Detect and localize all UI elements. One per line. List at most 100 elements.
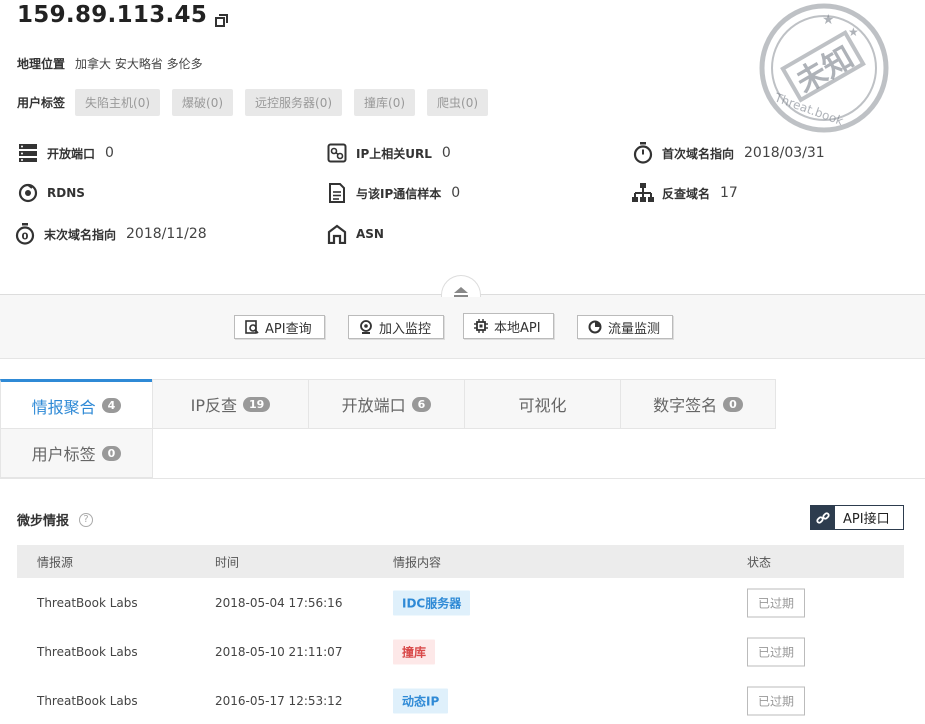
tag-crawler[interactable]: 爬虫(0): [427, 89, 489, 116]
column-header-content: 情报内容: [393, 555, 442, 569]
webcam-icon: [359, 320, 373, 334]
row-content-tag: IDC服务器: [393, 590, 471, 615]
section-title-text: 微步情报: [17, 514, 70, 529]
traffic-monitor-label: 流量监测: [608, 321, 661, 337]
link-icon: [326, 142, 348, 164]
svg-text:★: ★: [822, 12, 835, 28]
link-icon: [811, 506, 835, 529]
first-domain-label: 首次域名指向: [662, 146, 735, 161]
row-time: 2018-05-10 21:11:07: [215, 644, 343, 659]
table-row: ThreatBook Labs 2018-05-10 21:11:07 撞库 已…: [17, 627, 904, 676]
info-rdns: RDNS: [17, 182, 85, 204]
add-monitor-button[interactable]: 加入监控: [348, 315, 445, 339]
tab-count-badge: 0: [723, 396, 743, 412]
api-interface-button[interactable]: API接口: [810, 505, 904, 530]
copy-icon[interactable]: [215, 8, 229, 27]
asn-label: ASN: [356, 227, 384, 241]
tab-count-badge: 4: [101, 398, 122, 413]
geo-location: 地理位置 加拿大 安大略省 多伦多: [17, 55, 203, 72]
user-tags-label: 用户标签: [17, 96, 66, 110]
chip-icon: [474, 319, 488, 333]
tab-visualization[interactable]: 可视化: [464, 379, 621, 429]
tab-label: IP反查: [190, 396, 238, 415]
tab-label: 用户标签: [31, 445, 96, 464]
ip-url-label: IP上相关URL: [356, 146, 432, 161]
column-header-time: 时间: [215, 555, 240, 569]
timer-icon: 0: [14, 223, 36, 245]
tag-c2-server[interactable]: 远控服务器(0): [245, 89, 343, 116]
reverse-domain-label: 反查域名: [662, 186, 711, 201]
tab-label: 可视化: [518, 396, 567, 415]
samples-label: 与该IP通信样本: [356, 186, 442, 201]
tab-intel-aggregation[interactable]: 情报聚合 4: [0, 379, 153, 429]
row-content-tag: 动态IP: [393, 688, 449, 713]
api-query-icon: [245, 320, 259, 334]
collapse-toggle[interactable]: [441, 275, 481, 297]
stopwatch-icon: [632, 142, 654, 164]
local-api-button[interactable]: 本地API: [463, 313, 554, 339]
row-source: ThreatBook Labs: [37, 644, 138, 659]
home-icon: [326, 223, 348, 245]
tabs-divider: [0, 478, 925, 479]
reverse-domain-value[interactable]: 17: [720, 185, 738, 201]
api-interface-label: API接口: [843, 512, 890, 527]
traffic-monitor-button[interactable]: 流量监测: [577, 315, 674, 339]
row-time: 2018-05-04 17:56:16: [215, 595, 343, 610]
help-icon[interactable]: ?: [79, 512, 94, 527]
sitemap-icon: [632, 182, 654, 204]
add-monitor-label: 加入监控: [379, 321, 432, 337]
row-status-button[interactable]: 已过期: [747, 637, 806, 666]
eject-icon: [453, 282, 469, 301]
row-status-button[interactable]: 已过期: [747, 686, 806, 715]
geo-value: 加拿大 安大略省 多伦多: [75, 57, 203, 71]
tag-bruteforce[interactable]: 爆破(0): [172, 89, 234, 116]
info-asn: ASN: [326, 223, 384, 245]
local-api-label: 本地API: [494, 320, 541, 336]
table-header: 情报源 时间 情报内容 状态: [17, 545, 904, 578]
row-source: ThreatBook Labs: [37, 693, 138, 708]
open-ports-label: 开放端口: [47, 146, 96, 161]
info-ip-url: IP上相关URL 0: [326, 142, 451, 164]
info-reverse-domain: 反查域名 17: [632, 182, 738, 204]
tab-digital-signature[interactable]: 数字签名 0: [620, 379, 776, 429]
open-ports-value: 0: [105, 145, 114, 161]
row-source: ThreatBook Labs: [37, 595, 138, 610]
gauge-icon: [588, 320, 602, 334]
document-icon: [326, 182, 348, 204]
ip-address-text: 159.89.113.45: [17, 2, 208, 28]
rdns-label: RDNS: [47, 186, 85, 200]
tab-label: 情报聚合: [31, 397, 96, 417]
tab-count-badge: 19: [243, 396, 271, 412]
info-open-ports: 开放端口 0: [17, 142, 114, 164]
table-row: ThreatBook Labs 2016-05-17 12:53:12 动态IP…: [17, 676, 904, 724]
ip-url-value: 0: [441, 145, 451, 161]
section-title: 微步情报 ?: [17, 510, 94, 529]
row-time: 2016-05-17 12:53:12: [215, 693, 343, 708]
unknown-stamp-icon: 未知 Threat.book ★ ★: [752, 2, 895, 134]
tab-user-tags[interactable]: 用户标签 0: [0, 428, 153, 478]
stamp-text: 未知: [791, 40, 860, 100]
row-content-tag: 撞库: [393, 639, 436, 664]
tab-open-ports[interactable]: 开放端口 6: [308, 379, 465, 429]
api-query-label: API查询: [265, 321, 312, 337]
column-header-status: 状态: [747, 555, 772, 569]
tab-count-badge: 0: [101, 445, 122, 461]
tab-label: 开放端口: [341, 396, 406, 415]
geo-label: 地理位置: [17, 57, 66, 71]
last-domain-label: 末次域名指向: [44, 227, 117, 242]
info-first-domain: 首次域名指向 2018/03/31: [632, 142, 825, 164]
last-domain-value: 2018/11/28: [126, 226, 207, 242]
api-query-button[interactable]: API查询: [234, 315, 325, 339]
svg-text:★: ★: [848, 25, 859, 39]
tag-compromised-host[interactable]: 失陷主机(0): [75, 89, 161, 116]
tab-ip-reverse[interactable]: IP反查 19: [152, 379, 309, 429]
info-last-domain: 0 末次域名指向 2018/11/28: [14, 223, 207, 245]
server-icon: [17, 142, 39, 164]
user-tags: 用户标签 失陷主机(0) 爆破(0) 远控服务器(0) 撞库(0) 爬虫(0): [17, 89, 500, 116]
first-domain-value: 2018/03/31: [744, 145, 825, 161]
rdns-icon: [17, 182, 39, 204]
svg-text:0: 0: [22, 232, 29, 243]
column-header-source: 情报源: [37, 555, 74, 569]
tag-credential-stuffing[interactable]: 撞库(0): [354, 89, 416, 116]
row-status-button[interactable]: 已过期: [747, 588, 806, 617]
